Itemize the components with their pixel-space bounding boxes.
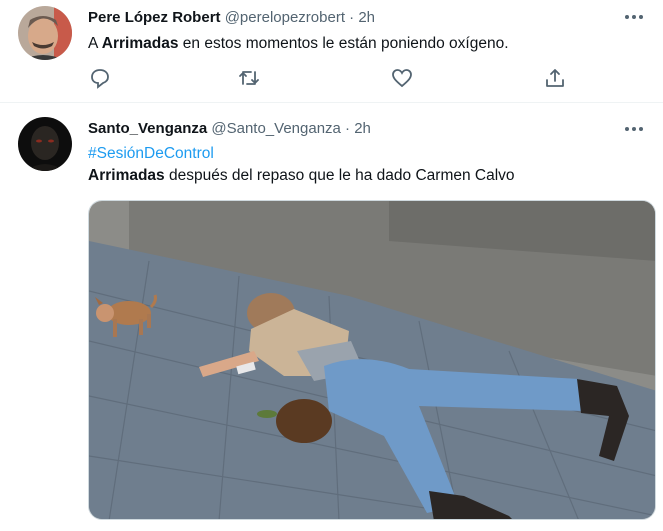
timestamp[interactable]: 2h xyxy=(354,120,371,137)
tweet-text-rest: en estos momentos le están poniendo oxíg… xyxy=(178,35,509,52)
hashtag[interactable]: #SesiónDeControl xyxy=(88,145,214,162)
display-name[interactable]: Pere López Robert xyxy=(88,9,221,26)
separator-dot: · xyxy=(349,9,355,26)
video-thumbnail[interactable] xyxy=(88,200,656,520)
user-handle[interactable]: @perelopezrobert xyxy=(225,9,345,26)
share-icon[interactable] xyxy=(543,66,567,90)
user-handle[interactable]: @Santo_Venganza xyxy=(211,120,341,137)
more-options-icon[interactable] xyxy=(625,14,643,20)
timestamp[interactable]: 2h xyxy=(358,9,375,26)
tweet-2[interactable]: Santo_Venganza @Santo_Venganza · 2h #Ses… xyxy=(0,103,663,531)
tweet-text: A Arrimadas en estos momentos le están p… xyxy=(88,33,509,55)
tweet-header: Pere López Robert @perelopezrobert · 2h xyxy=(88,8,375,28)
tweet-text-bold: Arrimadas xyxy=(88,167,165,184)
display-name[interactable]: Santo_Venganza xyxy=(88,120,207,137)
more-options-icon[interactable] xyxy=(625,126,643,132)
tweet-header: Santo_Venganza @Santo_Venganza · 2h xyxy=(88,119,371,139)
reply-icon[interactable] xyxy=(88,66,112,90)
avatar[interactable] xyxy=(18,6,72,60)
video-frame-illustration xyxy=(89,201,655,519)
tweet-text-rest: después del repaso que le ha dado Carmen… xyxy=(164,167,515,184)
tweet-actions xyxy=(88,66,578,90)
separator-dot: · xyxy=(345,120,351,137)
tweet-text-bold: Arrimadas xyxy=(101,35,179,52)
like-icon[interactable] xyxy=(390,66,414,90)
tweet-text-prefix: A xyxy=(88,35,102,52)
tweet-text: Arrimadas después del repaso que le ha d… xyxy=(88,165,515,187)
avatar[interactable] xyxy=(18,117,72,171)
tweet-1[interactable]: Pere López Robert @perelopezrobert · 2h … xyxy=(0,0,663,103)
retweet-icon[interactable] xyxy=(237,66,261,90)
hashtag-link[interactable]: #SesiónDeControl xyxy=(88,143,214,165)
